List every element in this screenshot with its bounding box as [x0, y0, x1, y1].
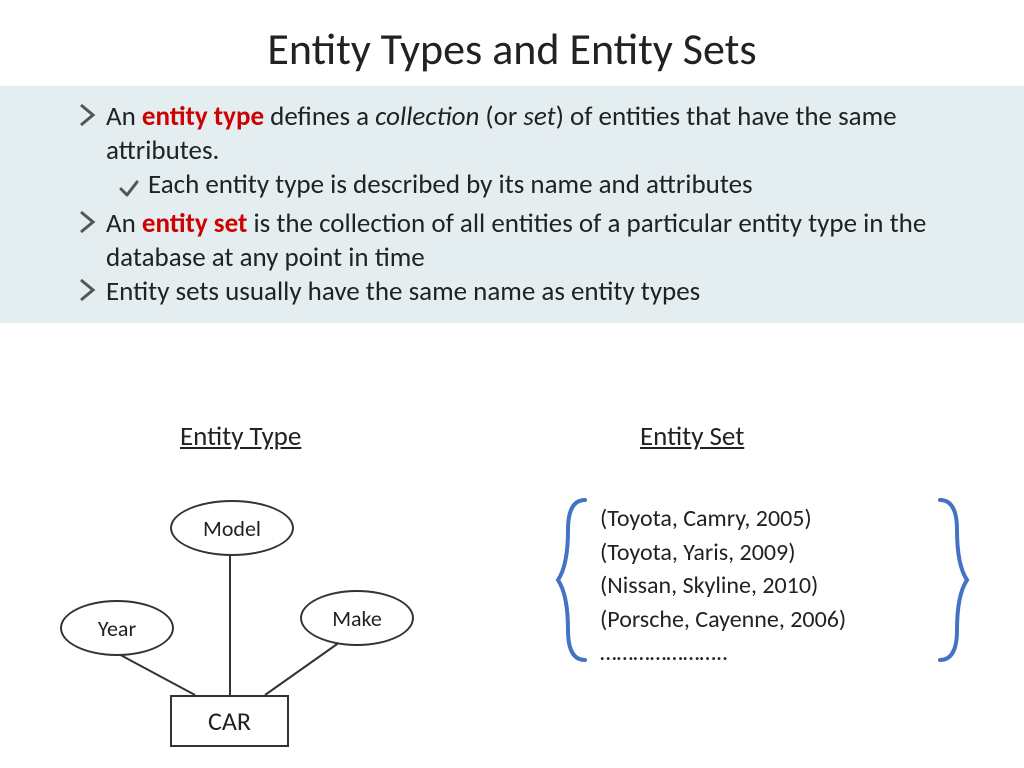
text-emphasis: entity set [142, 207, 247, 240]
slide: Entity Types and Entity Sets An entity t… [0, 0, 1024, 768]
bullet-1a: Each entity type is described by its nam… [118, 168, 976, 208]
entity-set-block: (Toyota, Camry, 2005) (Toyota, Yaris, 20… [520, 490, 1000, 720]
label: CAR [208, 705, 251, 737]
list-item: (Porsche, Cayenne, 2006) [600, 603, 846, 637]
chevron-right-icon [78, 102, 98, 128]
bullet-1: An entity type defines a collection (or … [78, 100, 976, 168]
bullet-2-text: An entity set is the collection of all e… [106, 207, 976, 275]
entity-type-heading: Entity Type [180, 420, 301, 453]
bullet-3-text: Entity sets usually have the same name a… [106, 275, 700, 309]
text: An [106, 207, 142, 240]
bullet-1-text: An entity type defines a collection (or … [106, 100, 976, 168]
entity-car: CAR [170, 695, 289, 747]
text-italic: set [523, 100, 555, 133]
er-diagram: Model Year Make CAR [40, 470, 440, 750]
attribute-model: Model [170, 500, 294, 556]
chevron-right-icon [78, 209, 98, 235]
text-emphasis: entity type [142, 100, 264, 133]
slide-title: Entity Types and Entity Sets [0, 0, 1024, 86]
content-box: An entity type defines a collection (or … [0, 86, 1024, 323]
label: Model [203, 515, 261, 542]
list-item: (Nissan, Skyline, 2010) [600, 569, 846, 603]
attribute-make: Make [300, 590, 414, 646]
diagram-row: Entity Type Entity Set Model Year Make C… [0, 420, 1024, 760]
entity-set-list: (Toyota, Camry, 2005) (Toyota, Yaris, 20… [600, 502, 846, 670]
text: An [106, 100, 142, 133]
chevron-right-icon [78, 277, 98, 303]
text: defines a [264, 100, 375, 133]
list-item: ………………….. [600, 636, 846, 670]
bullet-1a-text: Each entity type is described by its nam… [148, 168, 753, 202]
label: Year [98, 615, 136, 642]
list-item: (Toyota, Camry, 2005) [600, 502, 846, 536]
check-icon [118, 174, 140, 208]
bullet-2: An entity set is the collection of all e… [78, 207, 976, 275]
label: Make [332, 605, 382, 632]
text: (or [479, 100, 523, 133]
attribute-year: Year [60, 600, 174, 656]
text-italic: collection [375, 100, 479, 133]
entity-set-heading: Entity Set [640, 420, 744, 453]
list-item: (Toyota, Yaris, 2009) [600, 536, 846, 570]
bullet-3: Entity sets usually have the same name a… [78, 275, 976, 309]
